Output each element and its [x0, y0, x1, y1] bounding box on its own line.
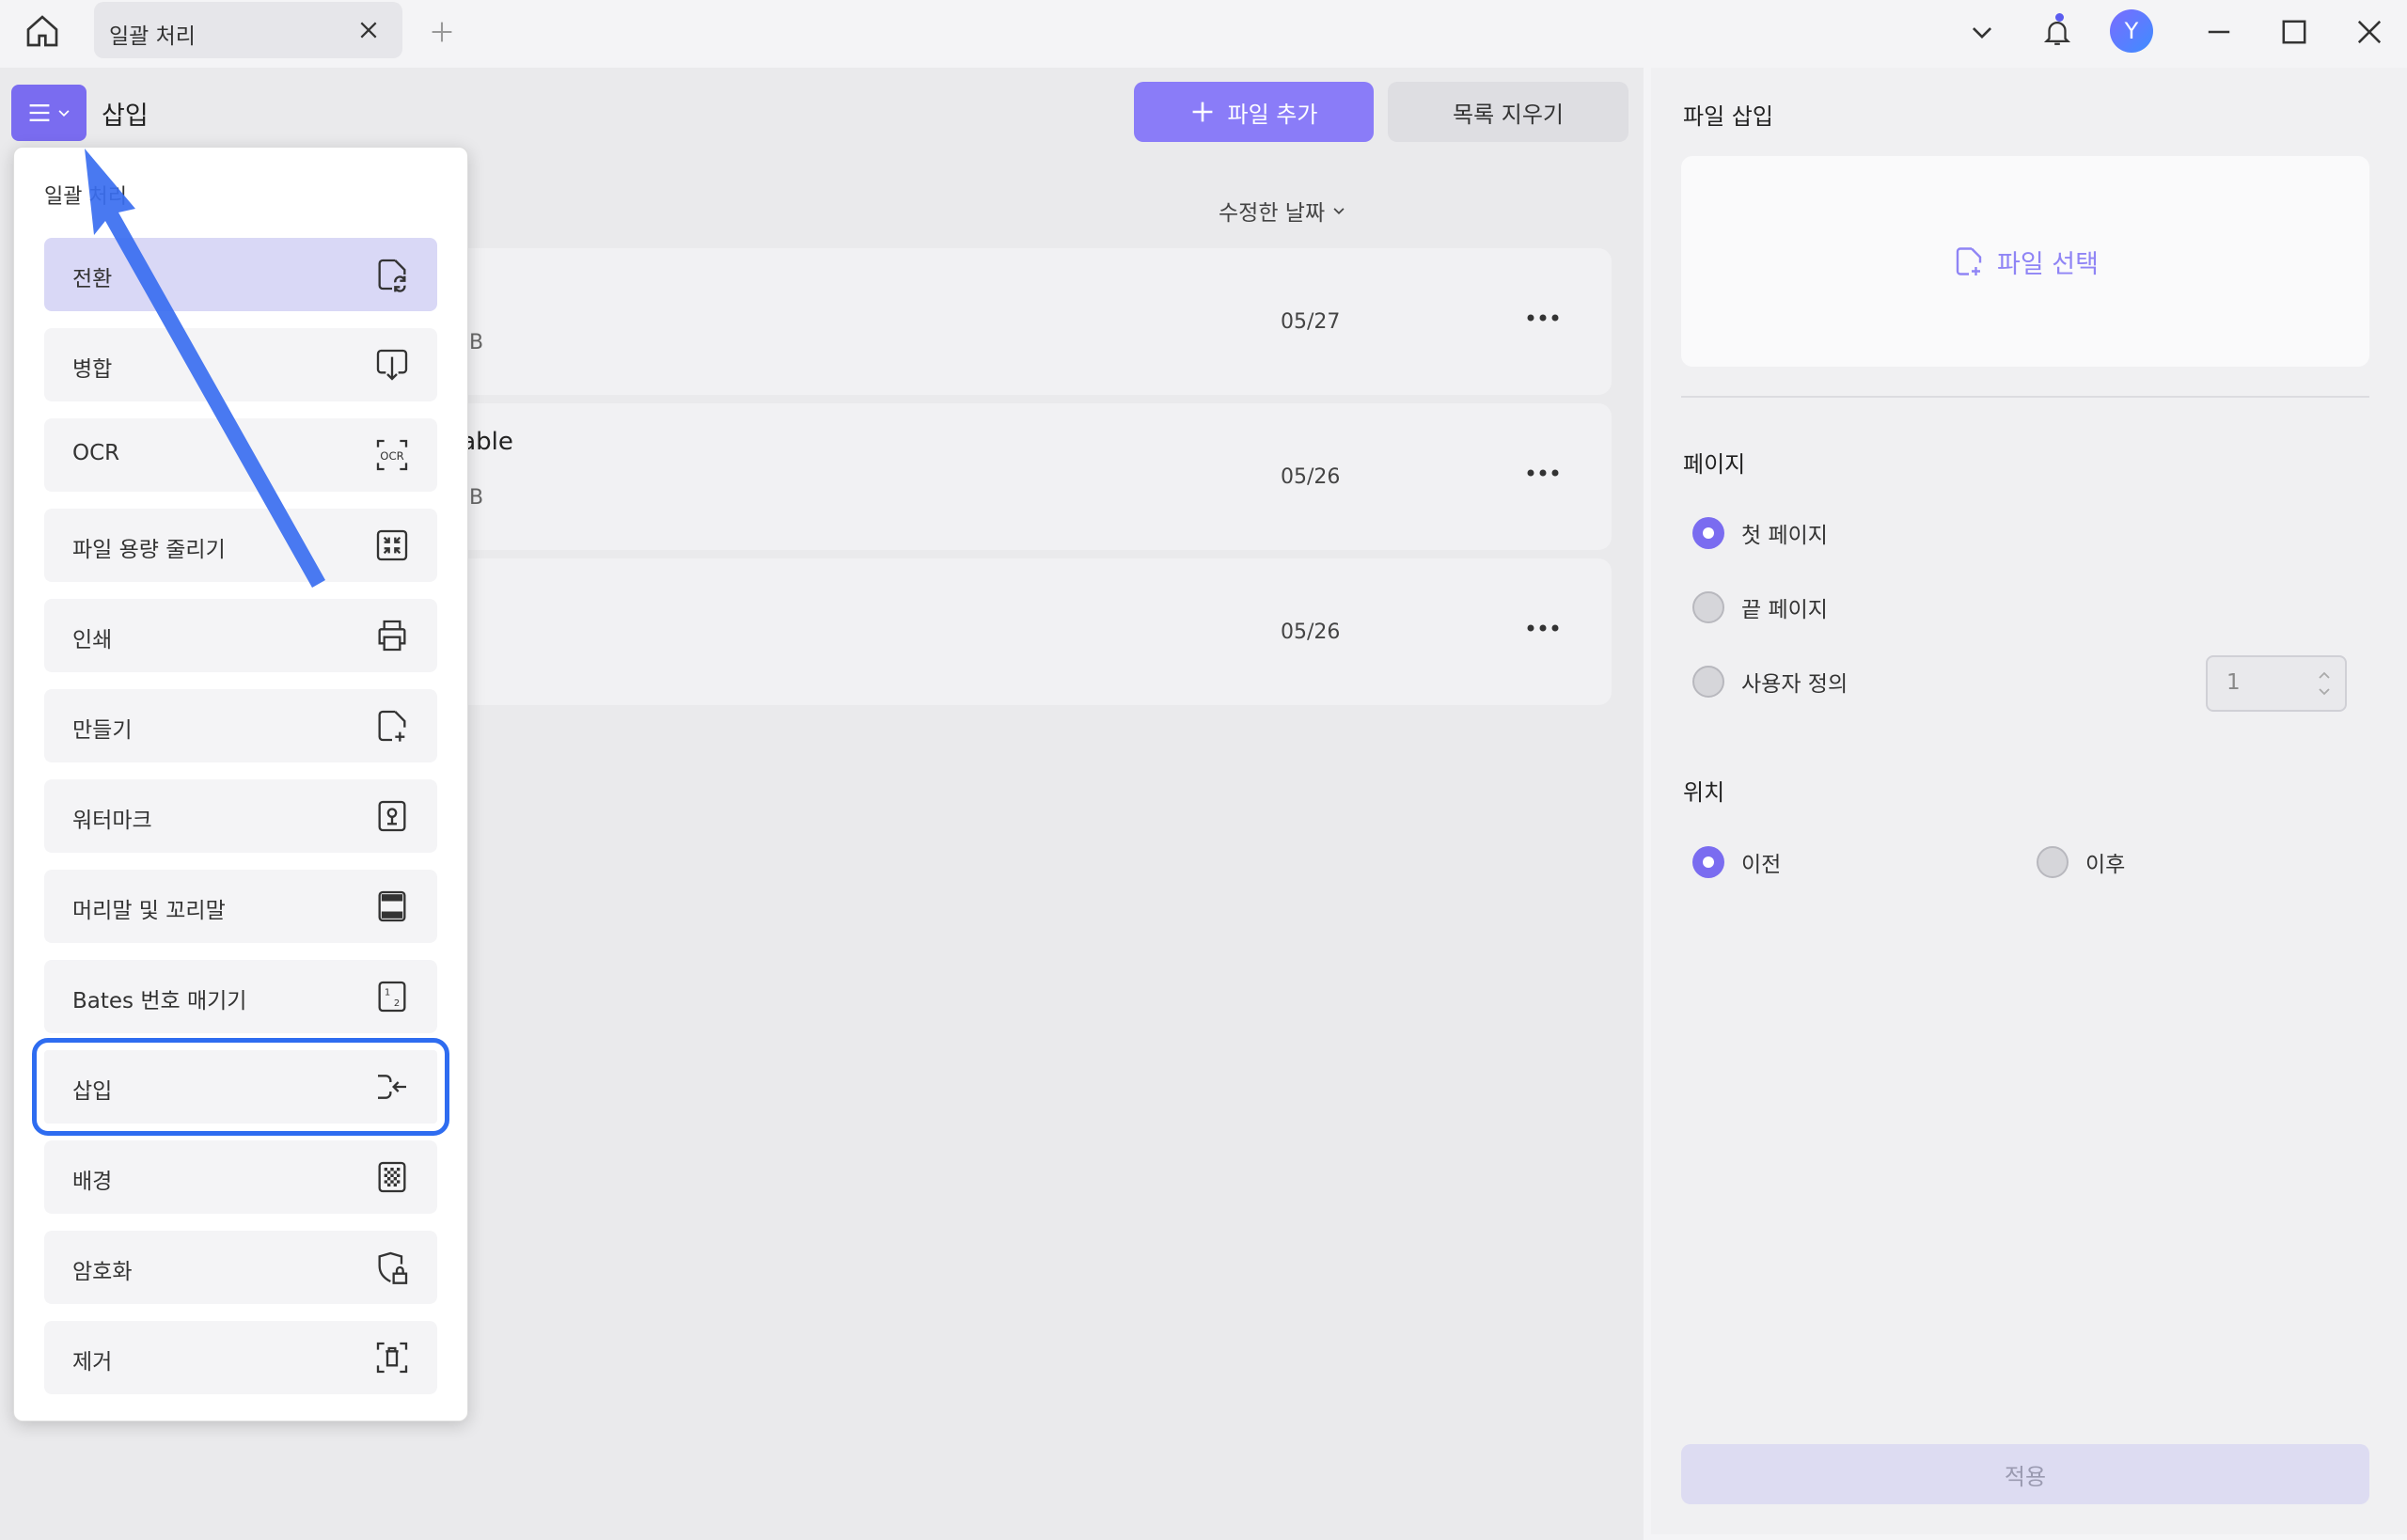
annotation-arrow: [85, 149, 325, 588]
